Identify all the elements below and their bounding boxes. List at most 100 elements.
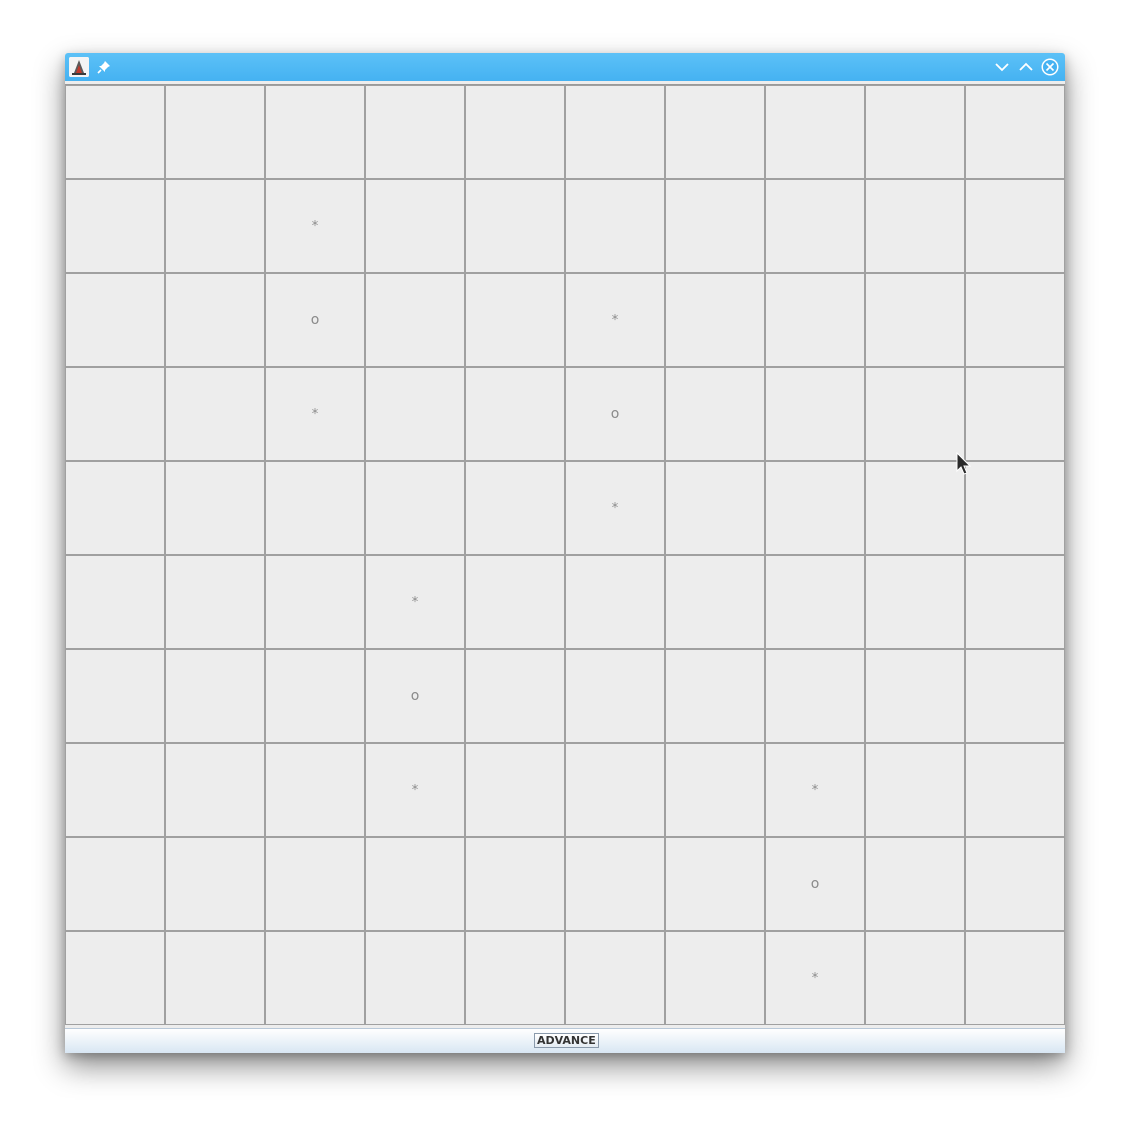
board-cell[interactable] [165,85,265,179]
board-cell[interactable] [565,179,665,273]
board-cell[interactable] [65,931,165,1025]
board-cell[interactable] [665,743,765,837]
board-cell[interactable] [365,179,465,273]
advance-button[interactable]: ADVANCE [534,1033,599,1048]
board-cell[interactable] [65,461,165,555]
board-cell[interactable] [765,555,865,649]
board-cell[interactable] [865,555,965,649]
board-cell[interactable] [665,931,765,1025]
board-cell[interactable] [565,85,665,179]
board-cell[interactable] [465,743,565,837]
board-cell[interactable] [965,743,1065,837]
board-cell[interactable] [65,367,165,461]
board-cell[interactable] [165,931,265,1025]
board-cell[interactable]: * [265,367,365,461]
board-cell[interactable] [465,273,565,367]
board-cell[interactable] [165,555,265,649]
board-cell[interactable]: * [365,555,465,649]
board-cell[interactable] [465,837,565,931]
board-cell[interactable] [165,743,265,837]
board-cell[interactable] [965,649,1065,743]
board-cell[interactable] [465,649,565,743]
board-cell[interactable] [465,85,565,179]
board-cell[interactable] [65,555,165,649]
board-cell[interactable] [465,367,565,461]
board-cell[interactable] [365,461,465,555]
board-cell[interactable]: * [365,743,465,837]
board-cell[interactable] [265,743,365,837]
board-cell[interactable] [265,931,365,1025]
board-cell[interactable] [365,367,465,461]
board-cell[interactable] [565,649,665,743]
chevron-down-icon[interactable] [993,58,1011,76]
board-cell[interactable] [65,85,165,179]
board-cell[interactable] [965,931,1065,1025]
board-cell[interactable] [165,837,265,931]
board-cell[interactable] [365,837,465,931]
board-cell[interactable] [765,649,865,743]
board-cell[interactable]: o [565,367,665,461]
board-cell[interactable]: o [265,273,365,367]
board-cell[interactable] [665,461,765,555]
board-cell[interactable]: * [565,461,665,555]
board-cell[interactable] [865,85,965,179]
board-cell[interactable] [565,837,665,931]
board-cell[interactable] [765,85,865,179]
title-bar[interactable] [65,53,1065,81]
board-cell[interactable] [865,367,965,461]
board-cell[interactable] [165,273,265,367]
board-cell[interactable] [565,555,665,649]
board-cell[interactable] [665,555,765,649]
board-cell[interactable] [565,743,665,837]
board-cell[interactable] [865,179,965,273]
board-cell[interactable] [665,367,765,461]
board-cell[interactable] [865,649,965,743]
board-cell[interactable] [965,273,1065,367]
board-cell[interactable] [865,837,965,931]
java-app-icon[interactable] [69,57,89,77]
board-cell[interactable] [65,743,165,837]
board-cell[interactable] [65,837,165,931]
board-cell[interactable]: * [265,179,365,273]
board-cell[interactable] [665,85,765,179]
board-cell[interactable] [565,931,665,1025]
pin-icon[interactable] [96,59,112,75]
board-cell[interactable] [465,461,565,555]
board-cell[interactable] [665,179,765,273]
board-cell[interactable] [65,179,165,273]
board-cell[interactable] [765,367,865,461]
board-cell[interactable] [665,837,765,931]
board-cell[interactable] [465,555,565,649]
board-cell[interactable] [265,555,365,649]
board-cell[interactable] [265,837,365,931]
board-cell[interactable] [165,179,265,273]
board-cell[interactable] [165,461,265,555]
board-cell[interactable] [465,931,565,1025]
board-cell[interactable] [965,555,1065,649]
board-cell[interactable] [65,273,165,367]
chevron-up-icon[interactable] [1017,58,1035,76]
board-cell[interactable] [465,179,565,273]
board-cell[interactable] [965,367,1065,461]
board-cell[interactable] [265,649,365,743]
board-cell[interactable] [165,649,265,743]
board-cell[interactable] [765,461,865,555]
board-cell[interactable] [265,85,365,179]
board-cell[interactable] [965,179,1065,273]
close-icon[interactable] [1041,58,1059,76]
board-cell[interactable] [865,743,965,837]
board-cell[interactable] [765,273,865,367]
board-cell[interactable] [65,649,165,743]
board-cell[interactable] [765,179,865,273]
board-cell[interactable] [365,273,465,367]
board-cell[interactable]: * [765,743,865,837]
board-cell[interactable] [165,367,265,461]
board-cell[interactable] [665,649,765,743]
board-cell[interactable] [965,461,1065,555]
board-cell[interactable] [865,931,965,1025]
board-cell[interactable] [965,837,1065,931]
board-cell[interactable] [265,461,365,555]
board-cell[interactable] [865,461,965,555]
board-cell[interactable] [865,273,965,367]
board-cell[interactable] [365,931,465,1025]
